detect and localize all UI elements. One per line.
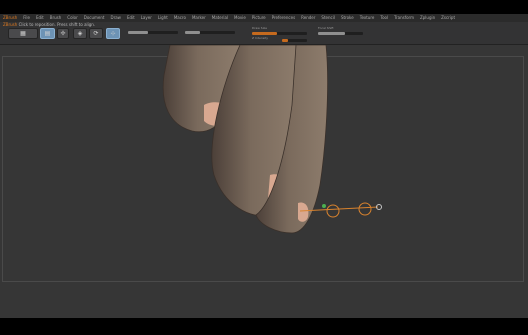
draw-size-slider[interactable] [252, 32, 307, 35]
move-button[interactable]: ✢ [57, 28, 69, 39]
hint-text: Click to reposition. Press shift to alig… [18, 22, 96, 27]
status-hint: ZBrush Click to reposition. Press shift … [3, 23, 95, 27]
draw-size-fill [252, 32, 277, 35]
menu-item-edit[interactable]: Edit [127, 16, 135, 20]
bottom-bar [0, 318, 528, 335]
top-toolbar: ZBrush Click to reposition. Press shift … [0, 22, 528, 45]
draw-size-label: Draw Size [252, 26, 267, 30]
menu-item-light[interactable]: Light [158, 16, 168, 20]
menu-item-movie[interactable]: Movie [234, 16, 246, 20]
menu-item-preferences[interactable]: Preferences [272, 16, 296, 20]
mrgb-slider[interactable] [128, 31, 178, 34]
focal-shift-fill [318, 32, 345, 35]
menu-item-picture[interactable]: Picture [252, 16, 266, 20]
canvas-viewport[interactable] [0, 45, 528, 318]
draw-mode-button[interactable]: ▤ [40, 28, 55, 39]
menu-item-transform[interactable]: Transform [394, 16, 414, 20]
focal-shift-label: Focal Shift [318, 26, 334, 30]
z-intensity-fill [282, 39, 289, 42]
foot-model [162, 45, 382, 234]
app-name: ZBrush [3, 15, 18, 20]
z-intensity-label: Z Intensity [252, 36, 269, 40]
menu-item-texture[interactable]: Texture [360, 16, 375, 20]
rgb-intensity-fill [185, 31, 200, 34]
z-intensity-slider[interactable] [282, 39, 307, 42]
screen-frame: ZBrush File Edit Brush Color Document Draw Edi… [0, 0, 528, 335]
menu-item-file[interactable]: File [23, 16, 30, 20]
menu-item-edit[interactable]: Edit [36, 16, 44, 20]
edit-icon: ▦ [20, 30, 26, 37]
menu-item-tool[interactable]: Tool [380, 16, 388, 20]
gizmo-button[interactable]: ⊹ [106, 28, 120, 39]
focal-shift-slider[interactable] [318, 32, 363, 35]
menu-item-draw[interactable]: Draw [110, 16, 120, 20]
rgb-intensity-slider[interactable] [185, 31, 235, 34]
menu-item-render[interactable]: Render [301, 16, 315, 20]
menu-item-color[interactable]: Color [67, 16, 77, 20]
move-icon: ✢ [60, 30, 66, 37]
menu-item-zplugin[interactable]: Zplugin [420, 16, 435, 20]
menu-item-zscript[interactable]: Zscript [441, 16, 455, 20]
gizmo-icon: ⊹ [110, 30, 116, 37]
menu-item-macro[interactable]: Macro [174, 16, 186, 20]
menu-item-material[interactable]: Material [212, 16, 228, 20]
menu-item-stencil[interactable]: Stencil [321, 16, 335, 20]
menu-item-brush[interactable]: Brush [50, 16, 62, 20]
menu-item-marker[interactable]: Marker [192, 16, 206, 20]
scale-icon: ◈ [77, 30, 83, 37]
rotate-button[interactable]: ⟳ [89, 28, 103, 39]
menu-item-layer[interactable]: Layer [141, 16, 152, 20]
menu-bar: ZBrush File Edit Brush Color Document Draw Edi… [0, 14, 528, 22]
draw-icon: ▤ [44, 30, 51, 37]
menu-item-stroke[interactable]: Stroke [341, 16, 354, 20]
menu-item-document[interactable]: Document [84, 16, 105, 20]
rotate-icon: ⟳ [93, 30, 99, 37]
scale-button[interactable]: ◈ [73, 28, 87, 39]
mrgb-fill [128, 31, 148, 34]
status-prefix: ZBrush [3, 22, 18, 27]
edit-mode-button[interactable]: ▦ [8, 28, 38, 39]
